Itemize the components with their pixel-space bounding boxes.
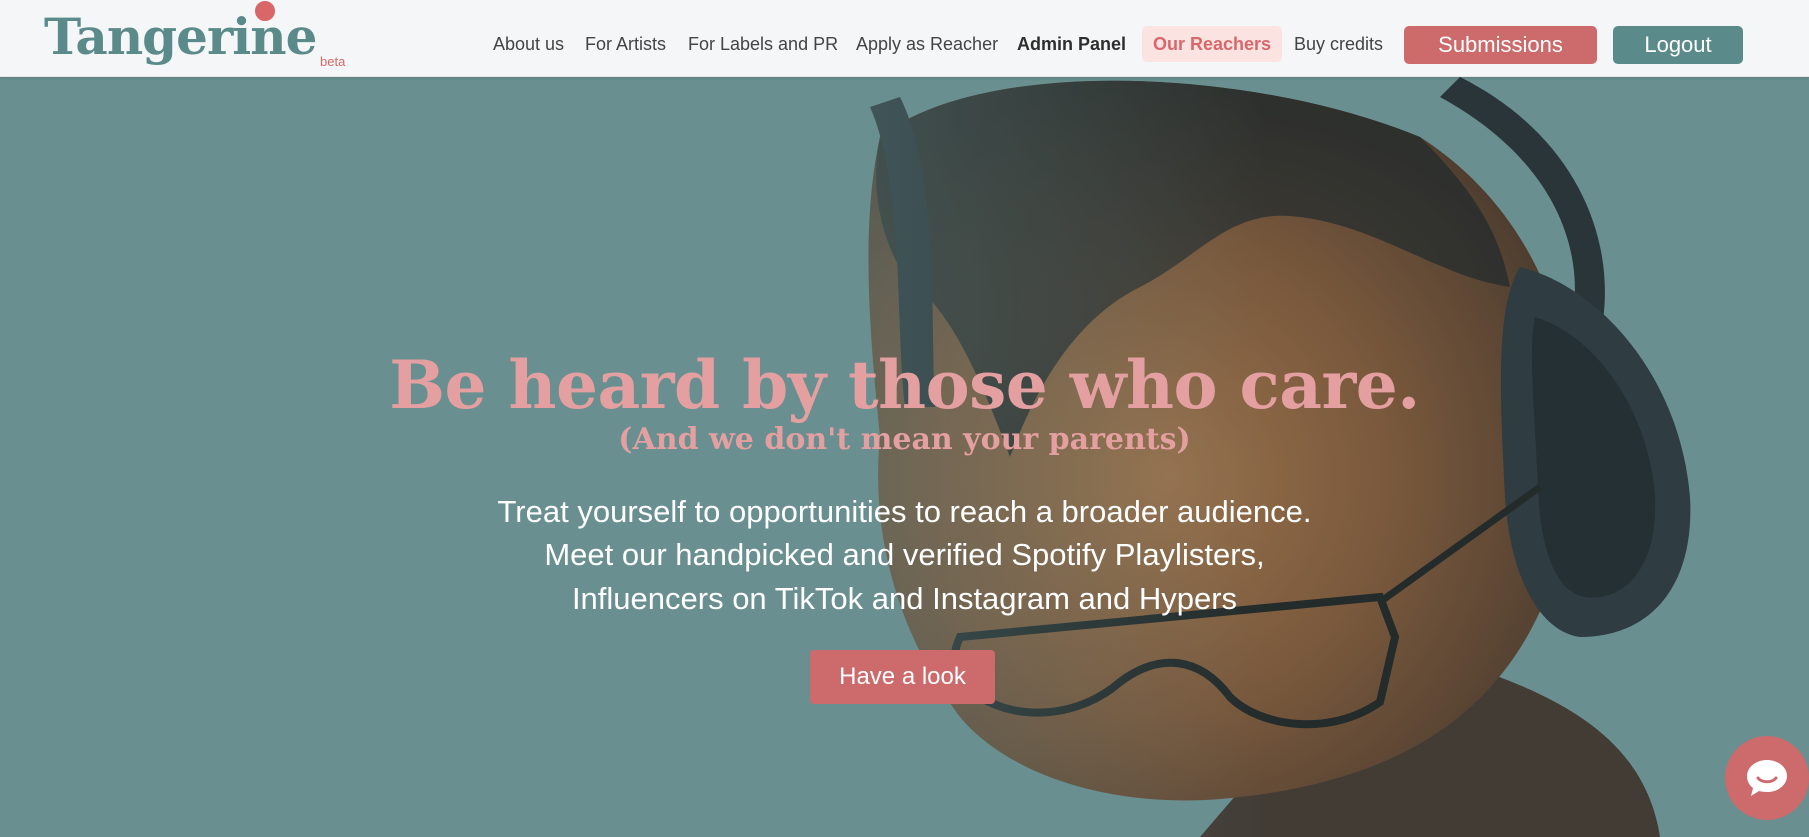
submissions-button[interactable]: Submissions <box>1404 26 1597 64</box>
nav-apply-as-reacher[interactable]: Apply as Reacher <box>856 26 998 62</box>
beta-tag: beta <box>320 54 346 69</box>
hero-body-line-2: Meet our handpicked and verified Spotify… <box>544 537 1265 572</box>
chat-bubble-icon <box>1747 760 1787 796</box>
hero-body-line-3: Influencers on TikTok and Instagram and … <box>571 581 1238 616</box>
nav-for-labels-and-pr[interactable]: For Labels and PR <box>688 26 838 62</box>
nav-for-artists[interactable]: For Artists <box>585 26 666 62</box>
have-a-look-button[interactable]: Have a look <box>810 650 995 704</box>
nav-about-us[interactable]: About us <box>493 26 564 62</box>
logout-button[interactable]: Logout <box>1613 26 1743 64</box>
hero-headline: Be heard by those who care. <box>389 346 1420 424</box>
chat-launcher-button[interactable] <box>1725 736 1809 820</box>
hero-subheadline: (And we don't mean your parents) <box>618 422 1191 457</box>
nav-our-reachers[interactable]: Our Reachers <box>1142 26 1283 62</box>
tangerine-logo[interactable]: Tangerine beta <box>44 0 364 72</box>
top-navigation-bar: Tangerine beta About us For Artists For … <box>0 0 1809 77</box>
nav-buy-credits[interactable]: Buy credits <box>1294 26 1383 62</box>
hero-section: Be heard by those who care. (And we don'… <box>0 77 1809 837</box>
hero-body-line-1: Treat yourself to opportunities to reach… <box>497 494 1312 529</box>
nav-admin-panel[interactable]: Admin Panel <box>1017 26 1126 62</box>
